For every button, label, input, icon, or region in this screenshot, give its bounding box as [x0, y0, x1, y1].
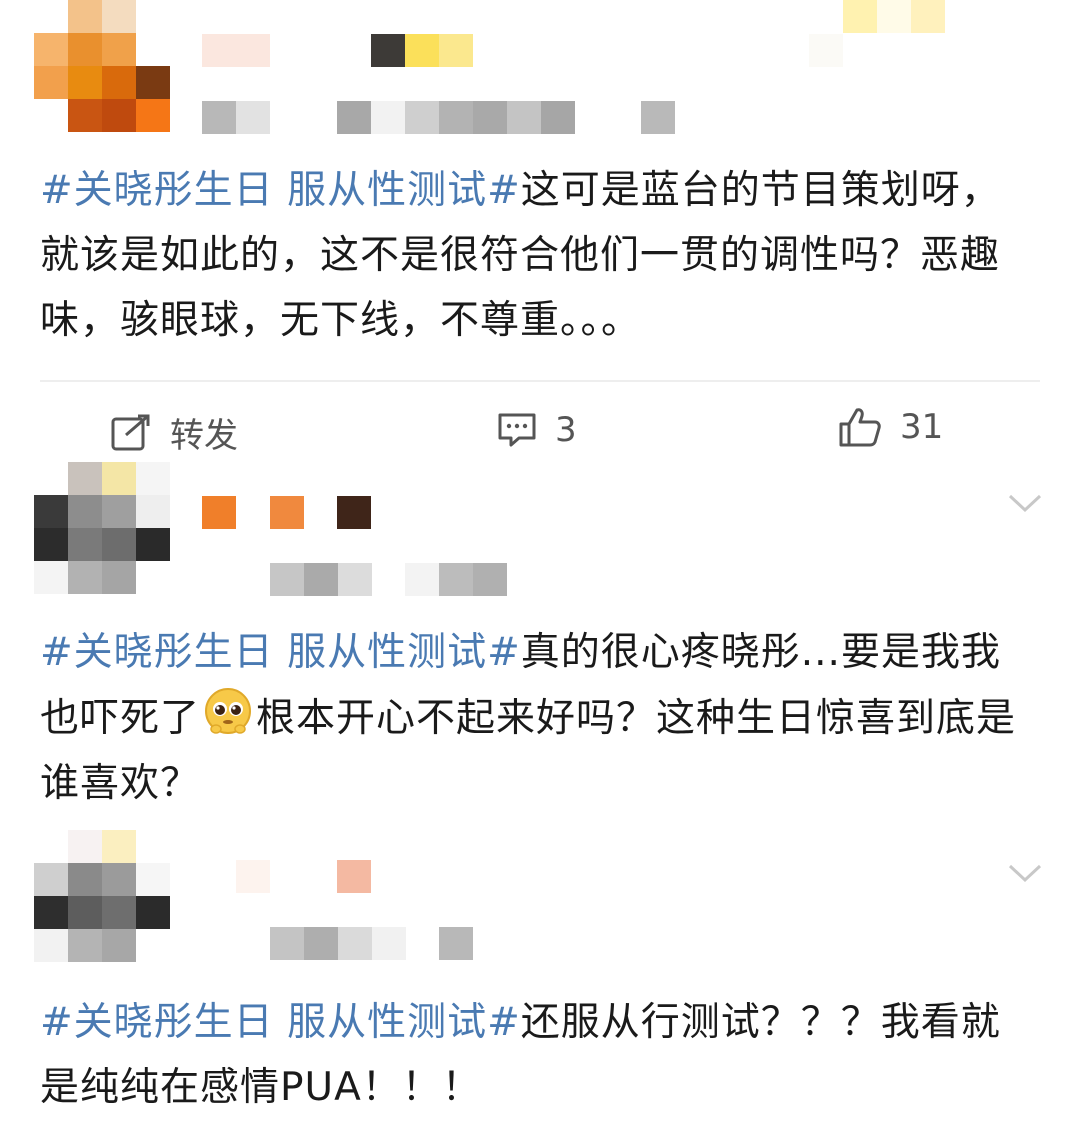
divider	[40, 380, 1040, 382]
comment-button[interactable]: 3	[497, 410, 577, 450]
pleading-face-icon	[205, 688, 252, 734]
comment-text: #关晓彤生日 服从性测试#还服从行测试？？？我看就是纯纯在感情PUA！！！	[40, 990, 1040, 1120]
like-button[interactable]: 31	[838, 406, 943, 448]
chevron-down-icon[interactable]	[1007, 862, 1043, 884]
comment-post-2: #关晓彤生日 服从性测试#真的很心疼晓彤...要是我我也吓死了 根本开心不起来好…	[0, 462, 1079, 822]
hashtag-link[interactable]: #关晓彤生日 服从性测试#	[40, 1000, 521, 1045]
comment-post-3: #关晓彤生日 服从性测试#还服从行测试？？？我看就是纯纯在感情PUA！！！	[0, 830, 1079, 1132]
avatar[interactable]	[34, 0, 170, 132]
avatar[interactable]	[34, 462, 170, 594]
repost-icon	[111, 414, 150, 450]
repost-button[interactable]: 转发	[110, 408, 238, 457]
hashtag-link[interactable]: #关晓彤生日 服从性测试#	[40, 630, 521, 675]
hashtag-link[interactable]: #关晓彤生日 服从性测试#	[40, 168, 521, 213]
comment-count: 3	[555, 410, 577, 450]
comment-text: #关晓彤生日 服从性测试#这可是蓝台的节目策划呀，就该是如此的，这不是很符合他们…	[40, 158, 1040, 353]
chevron-down-icon[interactable]	[1007, 492, 1043, 514]
comment-post-1: #关晓彤生日 服从性测试#这可是蓝台的节目策划呀，就该是如此的，这不是很符合他们…	[0, 0, 1079, 460]
like-count: 31	[900, 407, 944, 447]
like-icon	[839, 408, 881, 447]
avatar[interactable]	[34, 830, 170, 962]
repost-label: 转发	[170, 416, 238, 456]
comment-icon	[498, 413, 536, 447]
comment-text: #关晓彤生日 服从性测试#真的很心疼晓彤...要是我我也吓死了 根本开心不起来好…	[40, 620, 1040, 816]
